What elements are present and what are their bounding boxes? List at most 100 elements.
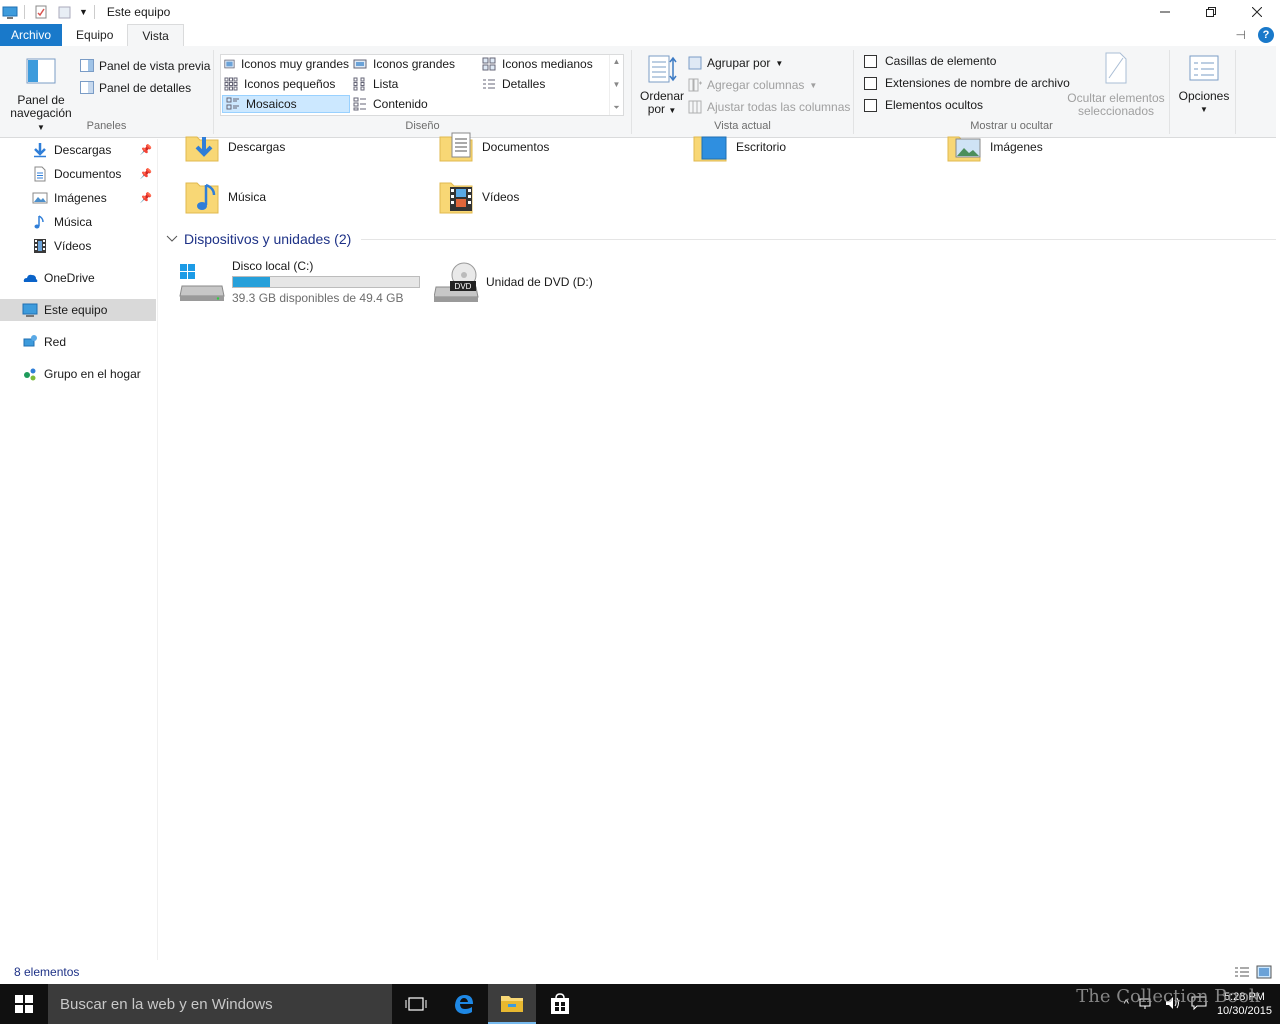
- group-by-icon: [688, 56, 702, 70]
- layout-large-icons[interactable]: Iconos grandes: [350, 55, 478, 73]
- fit-columns-button[interactable]: Ajustar todas las columnas: [688, 98, 850, 116]
- separator: [24, 5, 25, 19]
- add-columns-button[interactable]: Agregar columnas ▼: [688, 76, 817, 94]
- nav-item-onedrive[interactable]: OneDrive: [0, 267, 156, 289]
- nav-item-red[interactable]: Red: [0, 331, 156, 353]
- drive-c[interactable]: Disco local (C:) 39.3 GB disponibles de …: [178, 259, 420, 305]
- restore-icon: [1206, 7, 1216, 17]
- devices-section-header[interactable]: Dispositivos y unidades (2): [166, 231, 1276, 247]
- layout-content[interactable]: Contenido: [350, 95, 478, 113]
- ribbon-tabs-right: ⊣ ?: [1236, 27, 1274, 43]
- item-checkboxes-label: Casillas de elemento: [885, 54, 997, 68]
- taskbar-search[interactable]: Buscar en la web y en Windows: [48, 984, 392, 1024]
- scroll-down-icon[interactable]: ▼: [613, 80, 621, 89]
- this-pc-icon[interactable]: [2, 4, 18, 20]
- drive-c-label: Disco local (C:): [232, 259, 314, 273]
- separator: [93, 5, 95, 19]
- nav-item-este-equipo[interactable]: Este equipo: [0, 299, 156, 321]
- scroll-up-icon[interactable]: ▲: [613, 57, 621, 66]
- start-button[interactable]: [0, 984, 48, 1024]
- sort-by-button[interactable]: Ordenar por ▼: [638, 54, 686, 117]
- nav-item-videos[interactable]: Vídeos: [0, 235, 156, 257]
- drive-c-usage-bar: [232, 276, 420, 288]
- add-columns-icon: [688, 78, 702, 92]
- task-view-button[interactable]: [392, 984, 440, 1024]
- expand-gallery-icon[interactable]: ⏷: [613, 103, 619, 113]
- item-checkboxes-checkbox[interactable]: [864, 54, 877, 68]
- pin-icon[interactable]: 📌: [140, 145, 152, 156]
- tab-vista[interactable]: Vista: [127, 24, 184, 46]
- file-extensions-toggle[interactable]: Extensiones de nombre de archivo: [864, 76, 1070, 90]
- options-button[interactable]: Opciones ▼: [1176, 54, 1232, 116]
- drive-d-label: Unidad de DVD (D:): [486, 275, 593, 289]
- preview-pane-icon: [80, 59, 94, 72]
- drive-c-info: Disco local (C:) 39.3 GB disponibles de …: [232, 259, 420, 305]
- large-icons-view-icon[interactable]: [1256, 965, 1272, 982]
- details-view-icon[interactable]: [1234, 965, 1250, 982]
- folder-imagenes[interactable]: Imágenes: [946, 129, 1043, 165]
- folder-descargas[interactable]: Descargas: [184, 129, 285, 165]
- layout-details[interactable]: Detalles: [479, 75, 607, 93]
- this-pc-icon: [22, 303, 38, 317]
- new-folder-icon[interactable]: [57, 4, 73, 20]
- minimize-button[interactable]: [1142, 0, 1188, 24]
- add-columns-label: Agregar columnas: [707, 78, 805, 92]
- item-checkboxes-toggle[interactable]: Casillas de elemento: [864, 54, 996, 68]
- nav-item-documentos[interactable]: Documentos 📌: [0, 163, 156, 185]
- nav-label: Documentos: [54, 167, 122, 181]
- edge-button[interactable]: [440, 984, 488, 1024]
- nav-label: Este equipo: [44, 303, 108, 317]
- details-pane-button[interactable]: Panel de detalles: [80, 79, 191, 97]
- file-explorer-button[interactable]: [488, 984, 536, 1024]
- group-label-paneles: Paneles: [86, 120, 127, 132]
- layout-extra-large-icons[interactable]: Iconos muy grandes: [221, 55, 349, 73]
- layout-medium-icons[interactable]: Iconos medianos: [479, 55, 607, 73]
- nav-label: Descargas: [54, 143, 112, 157]
- file-extensions-checkbox[interactable]: [864, 76, 877, 90]
- chevron-down-icon: [166, 235, 178, 242]
- videos-icon: [34, 239, 46, 253]
- store-button[interactable]: [536, 984, 584, 1024]
- drive-d[interactable]: DVD Unidad de DVD (D:): [433, 261, 593, 303]
- folder-label: Vídeos: [482, 190, 520, 204]
- layout-gallery-scroll[interactable]: ▲ ▼ ⏷: [609, 55, 623, 115]
- window-title: Este equipo: [106, 5, 171, 19]
- item-count: 8 elementos: [14, 965, 80, 979]
- pictures-folder-icon: [946, 129, 982, 165]
- tab-archivo[interactable]: Archivo: [0, 24, 63, 46]
- chevron-down-icon: ▼: [668, 106, 677, 115]
- nav-label: Red: [44, 335, 67, 349]
- layout-tiles[interactable]: Mosaicos: [222, 95, 350, 113]
- pictures-icon: [32, 192, 48, 204]
- group-by-button[interactable]: Agrupar por ▼: [688, 54, 783, 72]
- folder-musica[interactable]: Música: [184, 179, 266, 215]
- close-button[interactable]: [1234, 0, 1280, 24]
- folder-escritorio[interactable]: Escritorio: [692, 129, 786, 165]
- nav-item-grupo-hogar[interactable]: Grupo en el hogar: [0, 363, 156, 385]
- nav-item-imagenes[interactable]: Imágenes 📌: [0, 187, 156, 209]
- folder-documentos[interactable]: Documentos: [438, 129, 549, 165]
- nav-item-descargas[interactable]: Descargas 📌: [0, 139, 156, 161]
- restore-button[interactable]: [1188, 0, 1234, 24]
- preview-pane-button[interactable]: Panel de vista previa: [80, 57, 210, 75]
- hidden-items-checkbox[interactable]: [864, 98, 877, 112]
- network-icon: [23, 335, 37, 347]
- pin-icon[interactable]: 📌: [140, 193, 152, 204]
- properties-icon[interactable]: [33, 4, 49, 20]
- pin-ribbon-icon[interactable]: ⊣: [1236, 28, 1246, 42]
- pin-icon[interactable]: 📌: [140, 169, 152, 180]
- options-label: Opciones: [1178, 89, 1230, 103]
- group-opciones: Opciones ▼: [1170, 50, 1236, 134]
- nav-item-musica[interactable]: Música: [0, 211, 156, 233]
- layout-list[interactable]: Lista: [350, 75, 478, 93]
- tab-equipo[interactable]: Equipo: [62, 24, 127, 46]
- layout-small-icons[interactable]: Iconos pequeños: [221, 75, 349, 93]
- folder-videos[interactable]: Vídeos: [438, 179, 519, 215]
- hide-selected-button[interactable]: Ocultar elementos seleccionados: [1066, 52, 1166, 118]
- options-icon: [1189, 55, 1219, 81]
- nav-label: OneDrive: [44, 271, 95, 285]
- customize-quick-access-icon[interactable]: ▼: [79, 7, 88, 17]
- help-icon[interactable]: ?: [1258, 27, 1274, 43]
- hidden-items-toggle[interactable]: Elementos ocultos: [864, 98, 983, 112]
- window-controls: [1142, 0, 1280, 24]
